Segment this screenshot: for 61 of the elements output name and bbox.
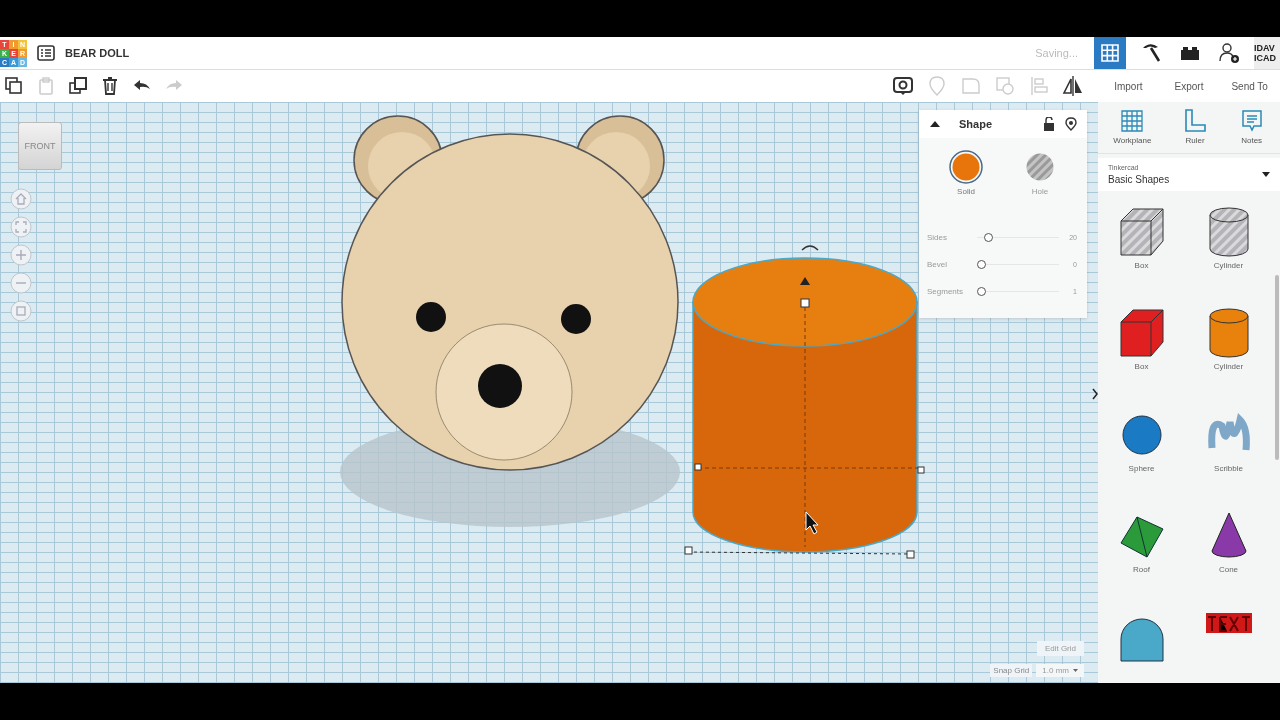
caret-icon xyxy=(1073,669,1078,672)
duplicate-icon[interactable] xyxy=(68,76,88,96)
shape-tile[interactable]: Scribble xyxy=(1185,407,1272,492)
shape-tile[interactable]: Sphere xyxy=(1098,407,1185,492)
notes-button[interactable]: Notes xyxy=(1238,108,1265,145)
avatar-text: ICAD xyxy=(1254,53,1277,63)
shape-tile[interactable]: Cone xyxy=(1185,509,1272,593)
slider-thumb[interactable] xyxy=(977,287,986,296)
grid-icon xyxy=(1101,44,1119,62)
action-button[interactable]: Export xyxy=(1158,80,1220,92)
shape-label: Cylinder xyxy=(1213,261,1244,270)
library-name: Basic Shapes xyxy=(1108,174,1171,185)
shape-label: Box xyxy=(1134,362,1149,372)
comment-icon[interactable] xyxy=(892,75,914,97)
shape-label: Box xyxy=(1134,261,1149,270)
workplane-icon xyxy=(1119,108,1146,134)
caret-icon xyxy=(1262,172,1270,177)
action-button[interactable]: Send To xyxy=(1219,80,1280,92)
snap-grid-label: Snap Grid xyxy=(990,664,1033,677)
tool-label: Notes xyxy=(1241,136,1263,145)
ruler-button[interactable]: Ruler xyxy=(1182,108,1209,145)
shape-tile[interactable]: Box xyxy=(1098,306,1185,390)
solid-swatch-icon xyxy=(949,150,983,184)
slider-thumb[interactable] xyxy=(977,260,986,269)
shape-label: Cylinder xyxy=(1213,362,1244,372)
view-cube[interactable]: FRONT xyxy=(18,122,62,170)
action-button[interactable]: Import xyxy=(1098,80,1159,92)
bear-head-drawing[interactable] xyxy=(340,115,680,527)
brick-icon[interactable] xyxy=(1180,45,1200,61)
copy-icon[interactable] xyxy=(4,76,24,96)
shape-label: Scribble xyxy=(1214,463,1243,473)
slider-label: Bevel xyxy=(927,260,948,269)
workplane-button[interactable]: Workplane xyxy=(1113,108,1152,145)
grid-view-button[interactable] xyxy=(1094,37,1126,69)
shape-tile[interactable]: Cylinder xyxy=(1185,205,1272,289)
inspector-title: Shape xyxy=(959,118,992,130)
shape-tile[interactable]: Box xyxy=(1098,205,1185,289)
user-avatar[interactable]: IDAV ICAD xyxy=(1254,37,1280,69)
save-status: Saving... xyxy=(1035,47,1078,59)
chevron-right-icon[interactable] xyxy=(1092,388,1098,400)
collapse-icon[interactable] xyxy=(929,120,941,128)
lock-icon[interactable] xyxy=(1043,117,1055,131)
shape-label: Roof xyxy=(1133,565,1150,575)
shape-tile[interactable]: Cylinder xyxy=(1185,306,1272,390)
shape-label: Sphere xyxy=(1128,463,1155,473)
avatar-text: IDAV xyxy=(1254,43,1276,53)
project-title[interactable]: BEAR DOLL xyxy=(65,47,130,59)
cursor-icon xyxy=(805,511,819,535)
add-user-icon[interactable] xyxy=(1218,42,1240,64)
slider-label: Segments xyxy=(927,287,965,296)
menu-icon[interactable] xyxy=(37,45,55,61)
delete-icon[interactable] xyxy=(100,76,120,96)
shape-label: Cone xyxy=(1218,565,1239,575)
tool-label: Ruler xyxy=(1185,136,1205,145)
tool-label: Workplane xyxy=(1113,136,1152,145)
mirror-icon[interactable] xyxy=(1062,75,1084,97)
material-option[interactable]: Solid xyxy=(949,150,983,196)
slider-thumb[interactable] xyxy=(984,233,994,242)
shape-tile[interactable]: Roof xyxy=(1098,509,1185,593)
ruler-icon xyxy=(1182,108,1209,134)
slider-label: Sides xyxy=(927,233,948,242)
